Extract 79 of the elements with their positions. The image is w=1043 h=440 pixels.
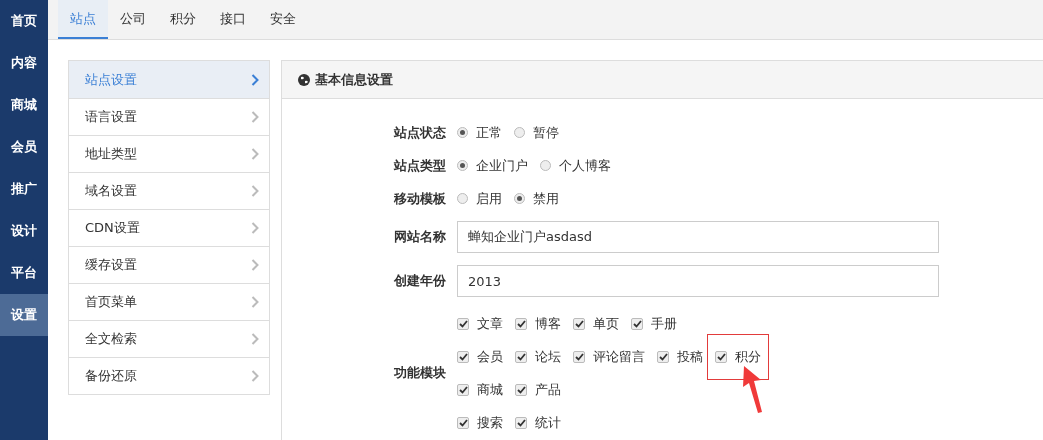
nav-item[interactable]: 商城: [0, 84, 48, 126]
nav-item[interactable]: 设置: [0, 294, 48, 336]
chevron-right-icon: [251, 73, 259, 86]
field-label: 创建年份: [393, 272, 447, 290]
checkbox[interactable]: [515, 317, 527, 330]
chevron-right-icon: [251, 370, 259, 382]
checkbox-label: 会员: [477, 347, 503, 366]
tab[interactable]: 公司: [108, 0, 158, 39]
checkbox-label: 搜索: [477, 413, 503, 432]
checkbox-label: 论坛: [535, 347, 561, 366]
tab[interactable]: 积分: [158, 0, 208, 39]
chevron-right-icon: [251, 111, 259, 123]
checkbox[interactable]: [515, 383, 527, 396]
nav-item[interactable]: 平台: [0, 252, 48, 294]
menu-item[interactable]: 全文检索: [69, 320, 269, 357]
field-label: 站点类型: [393, 156, 447, 175]
tab[interactable]: 接口: [208, 0, 258, 39]
radio-label: 禁用: [533, 189, 559, 208]
menu-item[interactable]: 首页菜单: [69, 283, 269, 320]
checkbox-label: 产品: [535, 380, 561, 399]
text-field[interactable]: 蝉知企业门户asdasd: [457, 221, 939, 253]
chevron-right-icon: [251, 333, 259, 345]
menu-item[interactable]: 站点设置: [69, 61, 269, 98]
menu-item[interactable]: 备份还原: [69, 357, 269, 394]
nav-item[interactable]: 设计: [0, 210, 48, 252]
chevron-right-icon: [251, 259, 259, 271]
radio-button[interactable]: [457, 160, 468, 171]
checkbox-label: 统计: [535, 413, 561, 432]
checkbox[interactable]: [715, 350, 727, 363]
radio-button[interactable]: [540, 160, 551, 171]
menu-item[interactable]: CDN设置: [69, 209, 269, 246]
nav-item[interactable]: 内容: [0, 42, 48, 84]
radio-button[interactable]: [514, 193, 525, 204]
checkbox[interactable]: [573, 350, 585, 363]
checkbox[interactable]: [657, 350, 669, 363]
radio-button[interactable]: [514, 127, 525, 138]
checkbox-label: 投稿: [677, 347, 703, 366]
checkbox[interactable]: [457, 350, 469, 363]
panel-title: 基本信息设置: [315, 70, 393, 89]
checkbox[interactable]: [457, 416, 469, 429]
field-label: 功能模块: [393, 364, 447, 382]
checkbox-label: 博客: [535, 314, 561, 333]
field-label: 站点状态: [393, 123, 447, 142]
checkbox-label: 手册: [651, 314, 677, 333]
menu-item[interactable]: 域名设置: [69, 172, 269, 209]
radio-label: 启用: [476, 189, 502, 208]
checkbox-label: 单页: [593, 314, 619, 333]
nav-item[interactable]: 推广: [0, 168, 48, 210]
checkbox[interactable]: [457, 317, 469, 330]
menu-item[interactable]: 语言设置: [69, 98, 269, 135]
text-field[interactable]: 2013: [457, 265, 939, 297]
nav-item[interactable]: 会员: [0, 126, 48, 168]
checkbox-label: 积分: [735, 347, 761, 366]
nav-item[interactable]: 首页: [0, 0, 48, 42]
field-label: 网站名称: [393, 228, 447, 246]
tab[interactable]: 安全: [258, 0, 308, 39]
chevron-right-icon: [251, 185, 259, 197]
radio-label: 暂停: [533, 123, 559, 142]
checkbox-label: 文章: [477, 314, 503, 333]
checkbox[interactable]: [515, 350, 527, 363]
radio-label: 个人博客: [559, 156, 611, 175]
radio-label: 正常: [476, 123, 502, 142]
radio-label: 企业门户: [476, 156, 528, 175]
checkbox[interactable]: [631, 317, 643, 330]
chevron-right-icon: [251, 222, 259, 234]
checkbox-label: 商城: [477, 380, 503, 399]
globe-icon: [298, 73, 310, 86]
checkbox-label: 评论留言: [593, 347, 645, 366]
menu-item[interactable]: 缓存设置: [69, 246, 269, 283]
tab[interactable]: 站点: [58, 0, 108, 39]
chevron-right-icon: [251, 296, 259, 308]
radio-button[interactable]: [457, 127, 468, 138]
checkbox[interactable]: [515, 416, 527, 429]
field-label: 移动模板: [393, 189, 447, 208]
chevron-right-icon: [251, 148, 259, 160]
menu-item[interactable]: 地址类型: [69, 135, 269, 172]
radio-button[interactable]: [457, 193, 468, 204]
checkbox[interactable]: [457, 383, 469, 396]
checkbox[interactable]: [573, 317, 585, 330]
